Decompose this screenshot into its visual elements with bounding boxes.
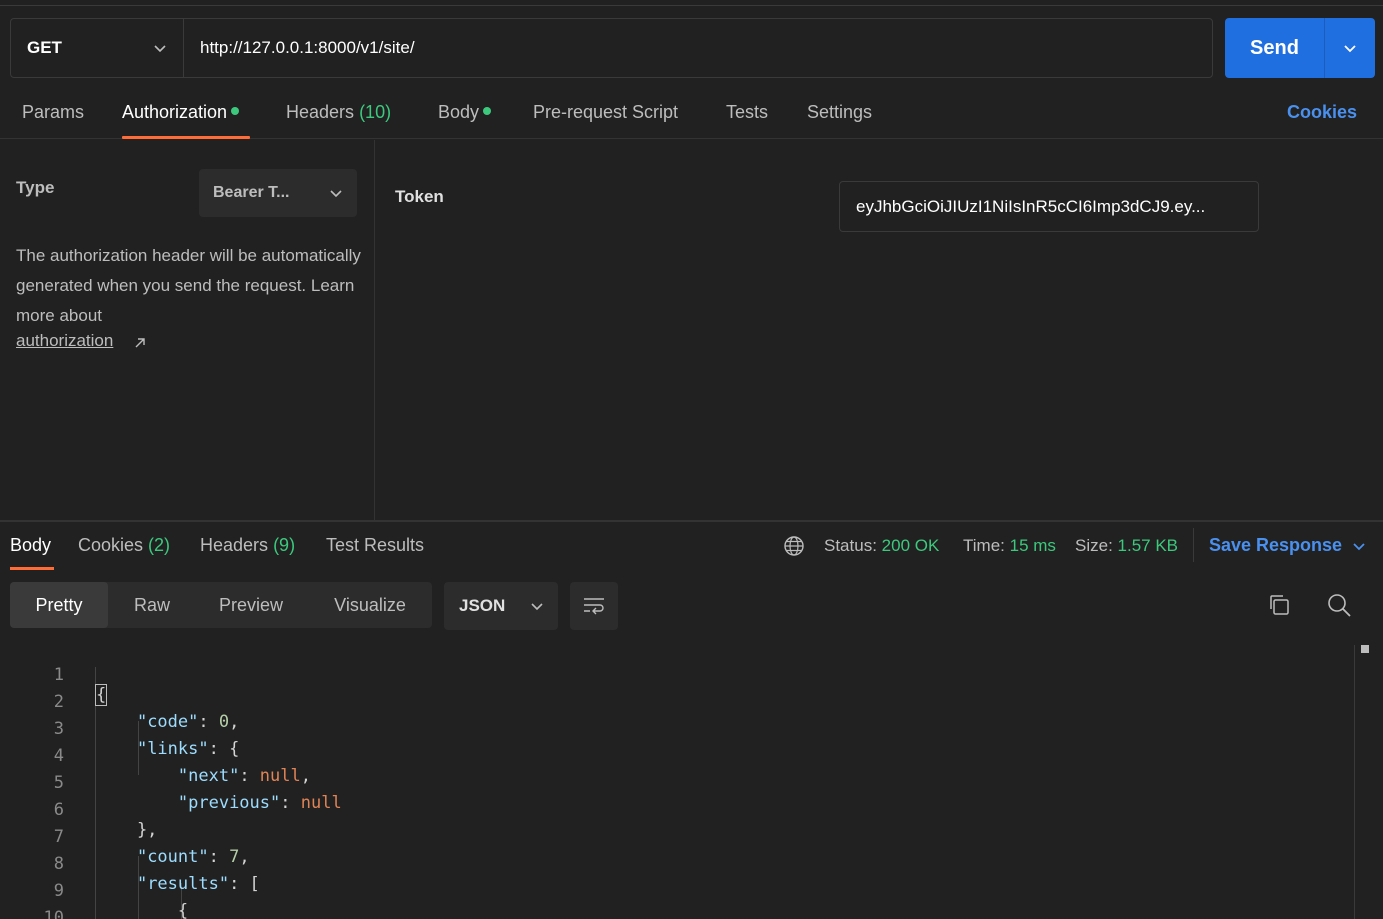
tab-label: Authorization [122,102,228,122]
request-bar: GET [10,18,1213,78]
view-preview-button[interactable]: Preview [200,582,302,628]
tab-prerequest-script[interactable]: Pre-request Script [533,102,678,123]
auth-type-select[interactable]: Bearer T... [199,169,357,217]
tab-label: Body [10,535,52,555]
view-mode-group: Pretty Raw Preview Visualize [10,582,432,628]
tab-label: Cookies [78,535,144,555]
code-line: 3 "links": { [0,699,1355,759]
code-scrollbar-thumb[interactable] [1361,645,1369,653]
wrap-lines-icon [584,598,604,615]
request-tabs: Params Authorization Headers (10) Body P… [0,90,1383,139]
active-indicator-dot [231,107,240,116]
globe-icon[interactable] [783,535,805,557]
send-options-button[interactable] [1325,18,1375,78]
tab-label: Params [22,102,85,122]
size-label: Size: [1075,536,1113,555]
code-line: 2 "code": 0, [0,672,1355,732]
wrap-lines-button[interactable] [570,582,618,630]
type-label: Type [16,178,55,197]
tab-label: Tests [726,102,769,122]
tab-headers[interactable]: Headers (10) [286,102,391,123]
headers-count: (9) [273,535,296,555]
code-line: 6 }, [0,780,1355,840]
response-tab-body[interactable]: Body [10,535,51,556]
size-value: 1.57 KB [1117,536,1179,555]
tab-tests[interactable]: Tests [726,102,768,123]
time-value: 15 ms [1009,536,1056,555]
response-tab-cookies[interactable]: Cookies (2) [78,535,170,556]
status-label: Status: [824,536,877,555]
response-tab-test-results[interactable]: Test Results [326,535,424,556]
authorization-learn-link[interactable]: authorization [16,331,113,351]
tab-label: Test Results [326,535,425,555]
meta-separator [1193,528,1194,562]
search-icon[interactable] [1326,592,1352,618]
format-select[interactable]: JSON [444,582,558,630]
chevron-down-icon [1344,45,1356,53]
code-scrollbar-track[interactable] [1354,645,1355,919]
chevron-down-icon [531,603,543,611]
panel-divider [0,520,1383,522]
save-response-button[interactable]: Save Response [1209,535,1342,556]
code-line: 8 "results": [ [0,834,1355,894]
time-label: Time: [963,536,1005,555]
code-line: 7 "count": 7, [0,807,1355,867]
tab-body[interactable]: Body [438,102,492,123]
code-line: 1 { [0,645,1355,706]
send-button-group: Send [1225,18,1375,78]
token-label: Token [395,187,444,206]
time-readout[interactable]: Time: 15 ms [963,536,1056,556]
view-visualize-button[interactable]: Visualize [316,582,424,628]
tab-settings[interactable]: Settings [807,102,872,123]
format-value: JSON [459,596,506,615]
tab-authorization[interactable]: Authorization [122,102,240,123]
chevron-down-icon [330,190,342,198]
method-select[interactable]: GET [11,19,184,77]
send-button[interactable]: Send [1225,18,1325,78]
headers-count: (10) [359,102,392,122]
cookies-link[interactable]: Cookies [1287,102,1357,123]
chevron-down-icon [154,45,166,53]
top-divider [0,5,1383,6]
copy-icon[interactable] [1266,592,1292,618]
tab-label: Headers [286,102,355,122]
tab-label: Pre-request Script [533,102,679,122]
response-code-viewer[interactable]: 1 { 2 "code": 0, 3 "links": { 4 "next": … [0,645,1355,919]
active-indicator-dot [483,107,492,116]
active-response-tab-underline [10,567,54,570]
status-value: 200 OK [881,536,940,555]
line-number: 10 [43,908,64,919]
code-line: 4 "next": null, [0,726,1355,786]
auth-type-value: Bearer T... [213,184,290,201]
external-link-icon [135,338,145,348]
status-readout[interactable]: Status: 200 OK [824,536,939,556]
auth-description: The authorization header will be automat… [16,246,361,325]
chevron-down-icon[interactable] [1352,539,1366,553]
tab-params[interactable]: Params [22,102,84,123]
view-pretty-button[interactable]: Pretty [10,582,108,628]
code-line: 10 "id": 1, [0,888,1355,919]
tab-label: Body [438,102,480,122]
auth-type-panel: Type Bearer T... The authorization heade… [0,140,375,520]
url-input[interactable] [184,19,1212,77]
active-tab-underline [122,136,250,139]
tab-label: Headers [200,535,269,555]
token-input[interactable]: eyJhbGciOiJIUzI1NiIsInR5cCI6Imp3dCJ9.ey.… [839,181,1259,232]
code-line: 9 { [0,861,1355,919]
size-readout[interactable]: Size: 1.57 KB [1075,536,1178,556]
view-raw-button[interactable]: Raw [114,582,190,628]
cookies-count: (2) [148,535,171,555]
code-line: 5 "previous": null [0,753,1355,813]
response-tab-headers[interactable]: Headers (9) [200,535,295,556]
method-label: GET [27,38,62,57]
tab-label: Settings [807,102,873,122]
